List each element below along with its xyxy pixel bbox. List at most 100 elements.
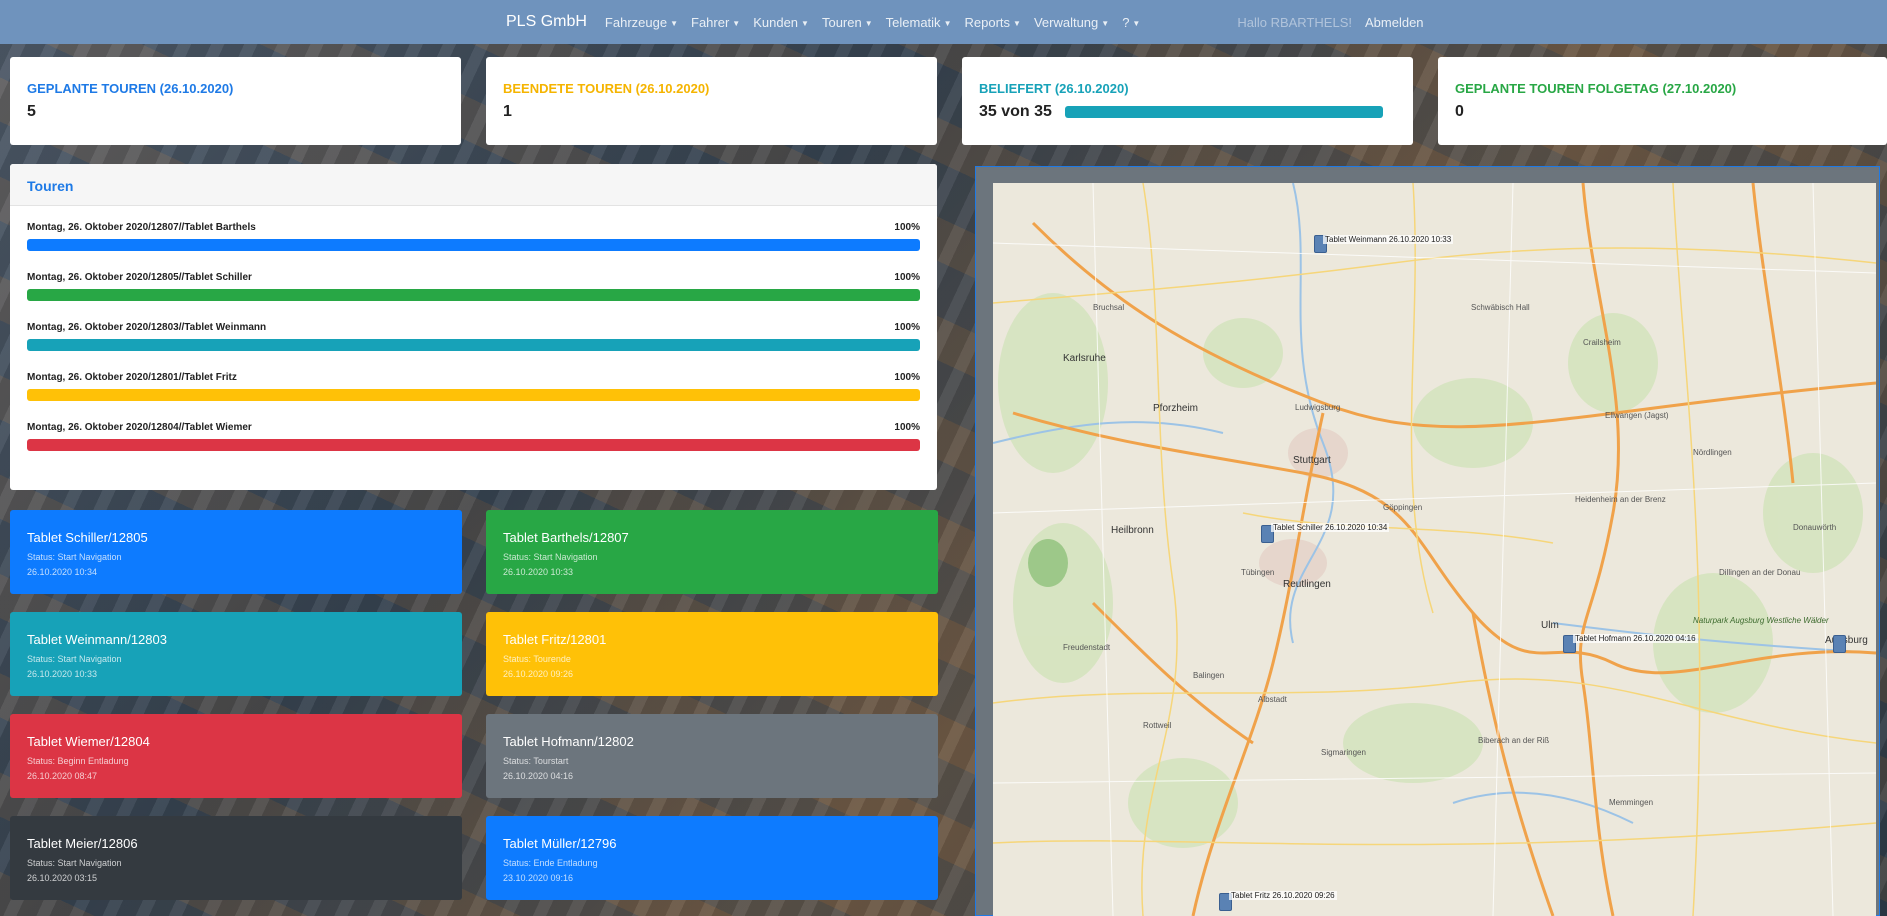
tours-panel-title: Touren	[10, 164, 937, 206]
nav-reports[interactable]: Reports ▼	[964, 15, 1020, 30]
map-place-label: Naturpark Augsburg Westliche Wälder	[1693, 616, 1829, 625]
tablet-card-schiller[interactable]: Tablet Schiller/12805 Status: Start Navi…	[10, 510, 462, 594]
nav-touren[interactable]: Touren ▼	[822, 15, 873, 30]
tablet-time: 26.10.2020 09:26	[503, 669, 574, 679]
tablet-card-hofmann[interactable]: Tablet Hofmann/12802 Status: Tourstart 2…	[486, 714, 938, 798]
map-place-label: Ludwigsburg	[1295, 403, 1341, 412]
logout-link[interactable]: Abmelden	[1365, 15, 1424, 30]
map-place-label: Donauwörth	[1793, 523, 1837, 532]
stat-value: 0	[1455, 103, 1464, 120]
nav-fahrzeuge[interactable]: Fahrzeuge ▼	[605, 15, 678, 30]
nav-telematik[interactable]: Telematik ▼	[886, 15, 952, 30]
tablet-name: Tablet Hofmann/12802	[503, 734, 634, 749]
tour-label: Montag, 26. Oktober 2020/12805//Tablet S…	[27, 272, 252, 283]
map-place-label: Karlsruhe	[1063, 353, 1106, 364]
delivery-progress-bar	[1064, 106, 1383, 118]
tablet-status: Status: Ende Entladung	[503, 858, 598, 868]
tablet-card-barthels[interactable]: Tablet Barthels/12807 Status: Start Navi…	[486, 510, 938, 594]
tablet-card-meier[interactable]: Tablet Meier/12806 Status: Start Navigat…	[10, 816, 462, 900]
nav-kunden[interactable]: Kunden ▼	[753, 15, 809, 30]
map-place-label: Heidenheim an der Brenz	[1575, 495, 1666, 504]
stat-value: 1	[503, 103, 512, 120]
map-view[interactable]: Heilbronn Stuttgart Karlsruhe Pforzheim …	[993, 183, 1876, 916]
map-place-label: Göppingen	[1383, 503, 1423, 512]
tour-percent: 100%	[894, 372, 920, 383]
map-place-label: Sigmaringen	[1321, 748, 1366, 757]
tablet-name: Tablet Barthels/12807	[503, 530, 629, 545]
tour-progress-bar	[27, 339, 920, 351]
vehicle-marker-label: Tablet Hofmann 26.10.2020 04:16	[1573, 634, 1698, 643]
map-place-label: Freudenstadt	[1063, 643, 1111, 652]
tablet-card-mueller[interactable]: Tablet Müller/12796 Status: Ende Entladu…	[486, 816, 938, 900]
tablet-card-wiemer[interactable]: Tablet Wiemer/12804 Status: Beginn Entla…	[10, 714, 462, 798]
tour-progress-bar	[27, 389, 920, 401]
tour-row[interactable]: Montag, 26. Oktober 2020/12801//Tablet F…	[10, 356, 937, 406]
tablet-status: Status: Start Navigation	[27, 654, 122, 664]
tablet-time: 26.10.2020 04:16	[503, 771, 574, 781]
tablet-status: Status: Tourende	[503, 654, 571, 664]
vehicle-marker-icon[interactable]	[1833, 635, 1846, 653]
tour-row[interactable]: Montag, 26. Oktober 2020/12805//Tablet S…	[10, 256, 937, 306]
map-place-label: Dillingen an der Donau	[1719, 568, 1801, 577]
map-place-label: Memmingen	[1609, 798, 1654, 807]
nav-verwaltung[interactable]: Verwaltung ▼	[1034, 15, 1109, 30]
map-place-label: Albstadt	[1258, 695, 1287, 704]
map-place-label: Nördlingen	[1693, 448, 1732, 457]
navbar: PLS GmbH Fahrzeuge ▼ Fahrer ▼ Kunden ▼ Tour…	[0, 0, 1887, 44]
map-place-label: Heilbronn	[1111, 525, 1154, 536]
tablet-name: Tablet Fritz/12801	[503, 632, 607, 647]
map-place-label: Ulm	[1541, 620, 1559, 631]
stat-title: BELIEFERT (26.10.2020)	[979, 81, 1129, 96]
tour-row[interactable]: Montag, 26. Oktober 2020/12803//Tablet W…	[10, 306, 937, 356]
stat-value: 35 von 35	[979, 103, 1052, 120]
map-place-label: Biberach an der Riß	[1478, 736, 1550, 745]
tour-progress-bar	[27, 239, 920, 251]
tour-label: Montag, 26. Oktober 2020/12807//Tablet B…	[27, 222, 256, 233]
tablet-time: 26.10.2020 08:47	[27, 771, 98, 781]
map-place-label: Pforzheim	[1153, 403, 1199, 414]
map-place-label: Balingen	[1193, 671, 1225, 680]
nav-help[interactable]: ? ▼	[1122, 15, 1140, 30]
tablet-name: Tablet Meier/12806	[27, 836, 138, 851]
stat-card-beendete-touren: BEENDETE TOUREN (26.10.2020) 1	[486, 57, 937, 145]
tablet-name: Tablet Weinmann/12803	[27, 632, 167, 647]
stat-title: GEPLANTE TOUREN FOLGETAG (27.10.2020)	[1455, 81, 1737, 96]
brand-link[interactable]: PLS GmbH	[506, 13, 587, 31]
map-place-label: Ellwangen (Jagst)	[1605, 411, 1669, 420]
tablet-time: 23.10.2020 09:16	[503, 873, 574, 883]
tour-row[interactable]: Montag, 26. Oktober 2020/12807//Tablet B…	[10, 206, 937, 256]
tour-label: Montag, 26. Oktober 2020/12801//Tablet F…	[27, 372, 237, 383]
map-place-label: Schwäbisch Hall	[1471, 303, 1530, 312]
tablet-name: Tablet Wiemer/12804	[27, 734, 150, 749]
vehicle-marker-label: Tablet Weinmann 26.10.2020 10:33	[1323, 235, 1454, 244]
stat-card-folgetag: GEPLANTE TOUREN FOLGETAG (27.10.2020) 0	[1438, 57, 1887, 145]
map-place-label: Reutlingen	[1283, 579, 1331, 590]
tablet-name: Tablet Müller/12796	[503, 836, 617, 851]
stat-card-geplante-touren: GEPLANTE TOUREN (26.10.2020) 5	[10, 57, 461, 145]
map-place-label: Bruchsal	[1093, 303, 1125, 312]
tablet-time: 26.10.2020 03:15	[27, 873, 98, 883]
stat-card-beliefert: BELIEFERT (26.10.2020) 35 von 35	[962, 57, 1413, 145]
tour-percent: 100%	[894, 422, 920, 433]
map-base	[993, 183, 1876, 916]
tablet-status: Status: Start Navigation	[27, 858, 122, 868]
tours-panel: Touren Montag, 26. Oktober 2020/12807//T…	[10, 164, 937, 490]
map-place-label: Tübingen	[1241, 568, 1275, 577]
tour-label: Montag, 26. Oktober 2020/12803//Tablet W…	[27, 322, 267, 333]
map-place-label: Rottweil	[1143, 721, 1172, 730]
tour-percent: 100%	[894, 272, 920, 283]
nav-fahrer[interactable]: Fahrer ▼	[691, 15, 740, 30]
tour-progress-bar	[27, 289, 920, 301]
tour-progress-bar	[27, 439, 920, 451]
tour-row[interactable]: Montag, 26. Oktober 2020/12804//Tablet W…	[10, 406, 937, 456]
tablet-name: Tablet Schiller/12805	[27, 530, 148, 545]
tablet-time: 26.10.2020 10:33	[27, 669, 98, 679]
tablet-card-weinmann[interactable]: Tablet Weinmann/12803 Status: Start Navi…	[10, 612, 462, 696]
tablet-status: Status: Start Navigation	[27, 552, 122, 562]
tablet-time: 26.10.2020 10:34	[27, 567, 98, 577]
tablet-status: Status: Start Navigation	[503, 552, 598, 562]
map-place-label: Augsburg	[1825, 635, 1868, 646]
user-greeting: Hallo RBARTHELS!	[1237, 14, 1352, 30]
tablet-card-fritz[interactable]: Tablet Fritz/12801 Status: Tourende 26.1…	[486, 612, 938, 696]
stat-value: 5	[27, 103, 36, 120]
